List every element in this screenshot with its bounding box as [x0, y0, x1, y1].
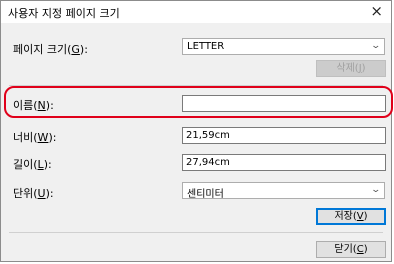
width-input[interactable]: 21,59cm	[182, 127, 386, 144]
custom-page-size-dialog: 사용자 지정 페이지 크기 × 페이지 크기(G): LETTER ⌄ 삭제(J…	[0, 0, 393, 262]
unit-value: 센티미터	[187, 189, 224, 200]
delete-button[interactable]: 삭제(J)	[316, 60, 386, 77]
length-input[interactable]: 27,94cm	[182, 154, 386, 171]
chevron-down-icon: ⌄	[370, 41, 382, 51]
length-label: 길이(L):	[13, 158, 52, 171]
highlight-annotation	[4, 86, 393, 118]
page-size-label: 페이지 크기(G):	[13, 43, 88, 56]
width-label: 너비(W):	[13, 131, 57, 144]
width-value: 21,59cm	[186, 130, 230, 141]
save-button[interactable]: 저장(V)	[316, 208, 386, 225]
window-title: 사용자 지정 페이지 크기	[8, 7, 120, 20]
unit-dropdown[interactable]: 센티미터 ⌄	[182, 182, 385, 200]
chevron-down-icon: ⌄	[370, 185, 382, 195]
page-size-value: LETTER	[187, 41, 225, 52]
unit-label: 단위(U):	[13, 187, 54, 200]
close-icon[interactable]: ×	[370, 2, 383, 20]
title-bar: 사용자 지정 페이지 크기 ×	[1, 1, 391, 23]
page-size-dropdown[interactable]: LETTER ⌄	[182, 38, 385, 55]
length-value: 27,94cm	[186, 157, 230, 168]
divider	[9, 232, 383, 233]
close-button[interactable]: 닫기(C)	[316, 241, 386, 258]
